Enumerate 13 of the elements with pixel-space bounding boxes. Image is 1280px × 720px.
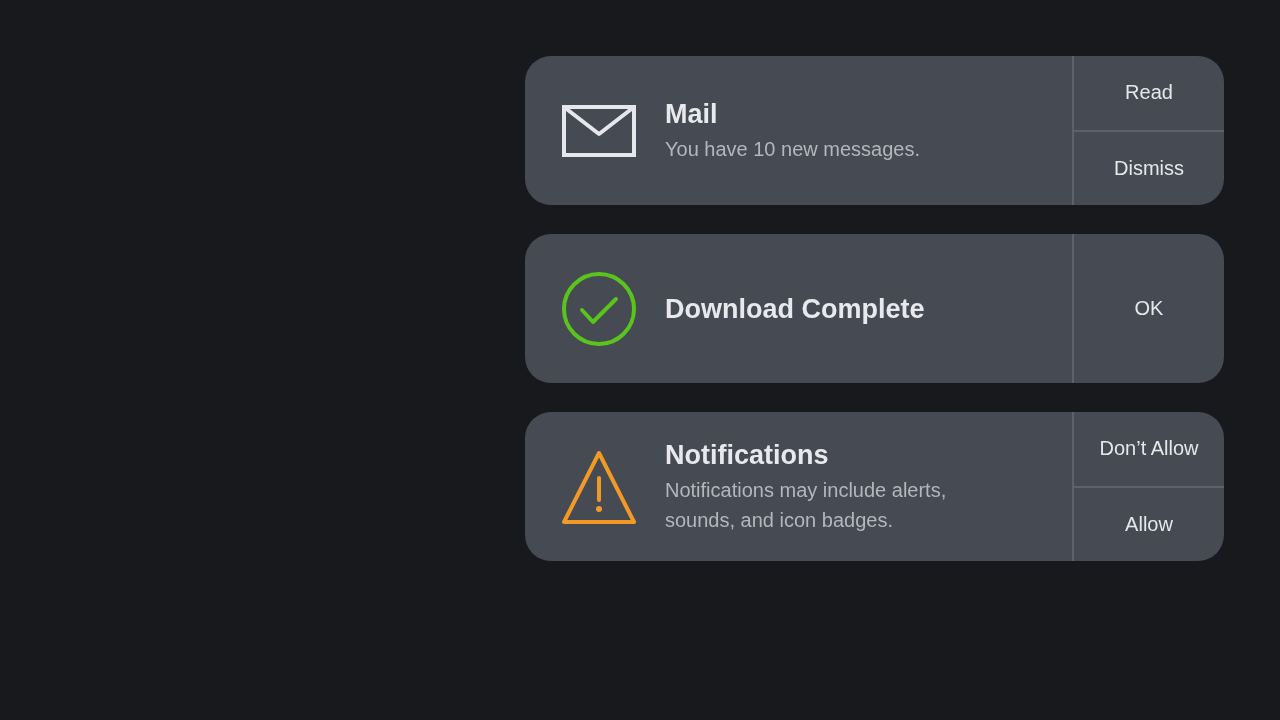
notification-message: Notifications may include alerts, sounds, and icon badges.: [665, 477, 948, 533]
action-button[interactable]: Allow: [1074, 485, 1224, 561]
action-button[interactable]: OK: [1074, 234, 1224, 383]
action-button[interactable]: Dismiss: [1074, 129, 1224, 205]
envelope-icon: [562, 104, 636, 157]
action-button[interactable]: Read: [1074, 56, 1224, 130]
notification-title: Mail: [665, 97, 719, 130]
notification-title: Notifications: [665, 438, 830, 471]
action-button[interactable]: Don’t Allow: [1074, 412, 1224, 486]
warning-icon: [562, 449, 636, 524]
check-circle-icon: [562, 271, 636, 346]
notification-message: You have 10 new messages.: [665, 136, 920, 162]
notification-title: Download Complete: [665, 292, 925, 325]
